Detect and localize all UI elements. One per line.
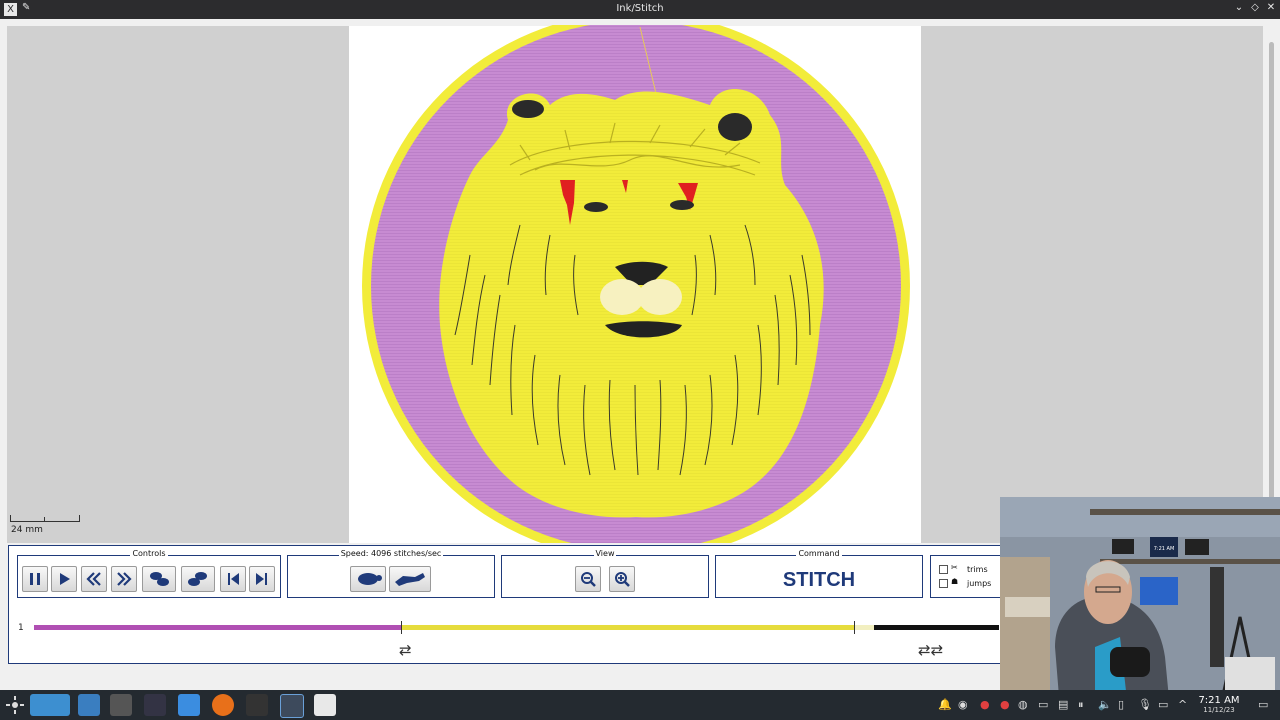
window-title: Ink/Stitch xyxy=(616,3,664,14)
printer-icon[interactable]: ▤ xyxy=(1058,698,1068,711)
notification-icon[interactable]: 🔔 xyxy=(938,698,952,711)
taskbar: 🔔 ◉ ● ● ◍ ▭ ▤ ⏸ 🔈 ▯ 🎙 ▭ ^ 7:21 AM 11/12/… xyxy=(0,690,1280,720)
step-forward-icon xyxy=(188,572,207,586)
terminal-icon[interactable] xyxy=(144,694,166,716)
right-ear xyxy=(718,113,752,141)
obs-tray-icon[interactable]: ◉ xyxy=(958,698,968,711)
clock-time: 7:21 AM xyxy=(1198,695,1240,706)
volume-icon[interactable]: 🔈 xyxy=(1098,698,1112,711)
show-desktop-icon[interactable]: ▭ xyxy=(1258,698,1268,711)
slower-button[interactable] xyxy=(350,566,386,592)
battery-icon[interactable]: ▯ xyxy=(1118,698,1124,711)
fast-forward-button[interactable] xyxy=(111,566,137,592)
microphone-icon[interactable]: 🎙 xyxy=(1138,698,1152,711)
network-icon[interactable]: ▭ xyxy=(1158,698,1168,711)
play-button[interactable] xyxy=(51,566,77,592)
media-icon[interactable]: ⏸ xyxy=(1078,698,1084,712)
fast-forward-icon xyxy=(117,572,132,586)
embroidery-design xyxy=(362,25,910,543)
chevron-up-icon[interactable]: ^ xyxy=(1178,698,1187,711)
zoom-out-button[interactable] xyxy=(575,566,601,592)
color-change-icon: ⇄ xyxy=(399,641,412,659)
skip-to-start-button[interactable] xyxy=(220,566,246,592)
view-group: View xyxy=(501,549,709,598)
jumps-label: jumps xyxy=(967,579,992,588)
inkstitch-task-icon[interactable] xyxy=(314,694,336,716)
rewind-button[interactable] xyxy=(81,566,107,592)
play-icon xyxy=(60,573,70,585)
obs-icon[interactable] xyxy=(280,694,304,718)
color-change-marker xyxy=(854,621,855,634)
trims-label: trims xyxy=(967,565,988,574)
rewind-icon xyxy=(86,572,101,586)
command-group: Command STITCH xyxy=(715,549,923,598)
scale-bar xyxy=(10,515,80,522)
right-eye xyxy=(670,200,694,210)
timeline-position-marker[interactable] xyxy=(401,621,402,634)
app-launcher-icon[interactable] xyxy=(4,694,26,716)
record-icon[interactable]: ● xyxy=(980,698,990,711)
jump-icon: ☗ xyxy=(951,577,959,586)
command-value: STITCH xyxy=(782,569,856,591)
skip-to-start-icon xyxy=(228,573,239,585)
hare-icon xyxy=(395,573,425,586)
record-icon[interactable]: ● xyxy=(1000,698,1010,711)
discover-icon[interactable] xyxy=(78,694,100,716)
maximize-icon[interactable]: ◇ xyxy=(1248,2,1262,13)
simulator-workarea: 24 mm Controls Speed: 4096 stitches/sec … xyxy=(0,19,1280,709)
left-ear xyxy=(512,100,544,118)
zoom-in-button[interactable] xyxy=(609,566,635,592)
color-change-icon: ⇄⇄ xyxy=(918,641,944,659)
step-forward-button[interactable] xyxy=(181,566,215,592)
controls-group: Controls xyxy=(17,549,281,598)
timeline-segment xyxy=(34,625,401,630)
timeline-segment xyxy=(855,625,874,630)
speed-label: Speed: 4096 stitches/sec xyxy=(338,549,444,558)
simulator-control-panel: Controls Speed: 4096 stitches/sec View C… xyxy=(8,545,1040,664)
skip-to-end-icon xyxy=(256,573,267,585)
view-label: View xyxy=(593,549,617,558)
jumps-checkbox[interactable] xyxy=(939,579,948,588)
timeline-segment xyxy=(874,625,999,630)
minimize-icon[interactable]: ⌄ xyxy=(1232,2,1246,13)
window-titlebar: X ✎ Ink/Stitch ⌄ ◇ ✕ xyxy=(0,0,1280,19)
pause-icon xyxy=(30,573,40,585)
scissors-icon: ✂ xyxy=(951,563,958,572)
pause-button[interactable] xyxy=(22,566,48,592)
clipboard-icon[interactable]: ▭ xyxy=(1038,698,1048,711)
clock-date: 11/12/23 xyxy=(1203,706,1235,714)
tortoise-icon xyxy=(358,573,382,585)
inkscape-icon[interactable] xyxy=(246,694,268,716)
steam-icon[interactable]: ◍ xyxy=(1018,698,1028,711)
faster-button[interactable] xyxy=(389,566,431,592)
left-eye xyxy=(584,202,608,212)
track-number: 1 xyxy=(18,623,24,633)
file-manager-icon[interactable] xyxy=(178,694,200,716)
firefox-icon[interactable] xyxy=(212,694,234,716)
system-settings-icon[interactable] xyxy=(110,694,132,716)
zoom-in-icon xyxy=(615,572,630,587)
command-label: Command xyxy=(796,549,842,558)
timeline-segment xyxy=(401,625,855,630)
close-icon[interactable]: ✕ xyxy=(1264,2,1278,13)
skip-to-end-button[interactable] xyxy=(249,566,275,592)
pager-icon[interactable] xyxy=(30,694,70,716)
controls-label: Controls xyxy=(130,549,168,558)
step-backward-icon xyxy=(150,572,169,586)
zoom-out-icon xyxy=(581,572,596,587)
webcam-clock: 7:21 AM xyxy=(1154,546,1175,552)
clock[interactable]: 7:21 AM 11/12/23 xyxy=(1198,695,1240,715)
trims-checkbox[interactable] xyxy=(939,565,948,574)
webcam-overlay: 7:21 AM xyxy=(1000,497,1280,709)
scale-label: 24 mm xyxy=(11,525,43,535)
speed-group: Speed: 4096 stitches/sec xyxy=(287,549,495,598)
step-backward-button[interactable] xyxy=(142,566,176,592)
vertical-scrollbar[interactable] xyxy=(1265,26,1278,543)
